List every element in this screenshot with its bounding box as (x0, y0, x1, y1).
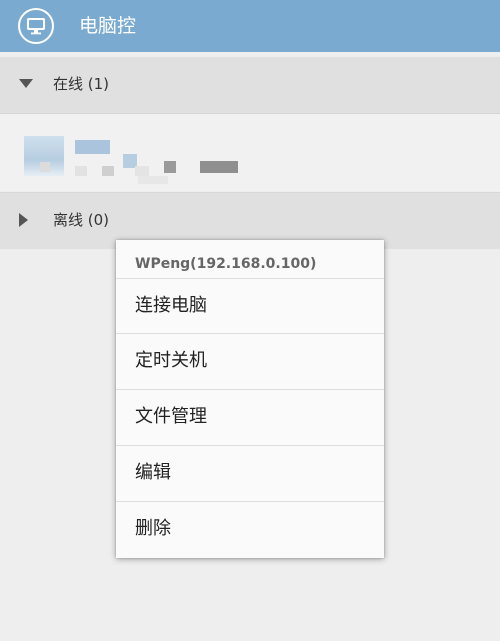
triangle-down-icon (19, 79, 33, 88)
device-detail (135, 166, 149, 176)
device-detail (75, 166, 87, 176)
menu-item-label: 删除 (135, 518, 171, 539)
menu-item-label: 连接电脑 (135, 295, 207, 316)
app-title: 电脑控 (79, 15, 137, 37)
menu-item-label: 编辑 (135, 462, 171, 483)
menu-item-delete[interactable]: 删除 (116, 501, 384, 556)
device-detail (102, 166, 114, 176)
context-menu-title: WPeng(192.168.0.100) (135, 256, 317, 272)
menu-item-connect[interactable]: 连接电脑 (116, 278, 384, 333)
menu-item-label: 文件管理 (135, 406, 207, 427)
menu-item-label: 定时关机 (135, 350, 207, 371)
group-label-online: 在线 (1) (53, 75, 110, 93)
device-detail (200, 161, 238, 173)
app-bar: 电脑控 (0, 0, 500, 52)
device-list-item[interactable] (0, 114, 500, 191)
device-detail (40, 162, 50, 172)
menu-item-file-manager[interactable]: 文件管理 (116, 389, 384, 444)
monitor-icon[interactable] (18, 8, 54, 44)
device-detail (138, 176, 168, 184)
device-name (75, 140, 110, 154)
context-menu: WPeng(192.168.0.100) 连接电脑 定时关机 文件管理 编辑 删… (116, 240, 384, 558)
menu-item-edit[interactable]: 编辑 (116, 445, 384, 500)
device-detail (164, 161, 176, 173)
menu-item-scheduled-shutdown[interactable]: 定时关机 (116, 333, 384, 388)
group-header-online[interactable]: 在线 (1) (0, 57, 500, 114)
triangle-right-icon (19, 213, 28, 227)
group-label-offline: 离线 (0) (53, 211, 110, 229)
